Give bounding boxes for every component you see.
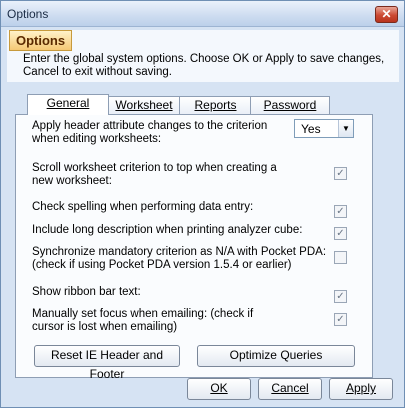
- check-spelling-checkbox[interactable]: ✓: [334, 205, 347, 218]
- tab-general[interactable]: General: [27, 94, 109, 115]
- reset-ie-header-button[interactable]: Reset IE Header and Footer: [34, 345, 180, 381]
- tab-worksheet-label: Worksheet: [115, 98, 173, 112]
- scroll-top-checkbox[interactable]: ✓: [334, 167, 347, 180]
- chevron-down-icon[interactable]: ▼: [338, 120, 353, 137]
- check-icon: ✓: [336, 228, 345, 239]
- set-focus-checkbox[interactable]: ✓: [334, 313, 347, 326]
- ok-label: OK: [210, 381, 228, 395]
- tab-password[interactable]: Password: [250, 96, 330, 114]
- tab-worksheet[interactable]: Worksheet: [107, 96, 181, 114]
- apply-header-label: Apply header attribute changes to the cr…: [32, 120, 268, 145]
- optimize-queries-button[interactable]: Optimize Queries: [197, 345, 355, 367]
- header-title: Options: [9, 30, 73, 51]
- set-focus-label: Manually set focus when emailing: (check…: [32, 308, 254, 333]
- tab-password-label: Password: [263, 98, 317, 112]
- cancel-label: Cancel: [271, 381, 309, 395]
- apply-button[interactable]: Apply: [329, 378, 393, 400]
- options-window: Options ✕ Options Enter the global syste…: [0, 0, 405, 408]
- ok-button[interactable]: OK: [187, 378, 251, 400]
- long-description-label: Include long description when printing a…: [32, 224, 303, 236]
- general-tab-panel: Apply header attribute changes to the cr…: [15, 114, 373, 381]
- tab-general-label: General: [46, 96, 90, 110]
- check-spelling-label: Check spelling when performing data entr…: [32, 201, 254, 213]
- sync-mandatory-checkbox[interactable]: [334, 251, 347, 264]
- tab-reports-label: Reports: [194, 98, 237, 112]
- apply-header-value: Yes: [301, 122, 321, 136]
- header-panel: Options Enter the global system options.…: [7, 30, 399, 82]
- check-icon: ✓: [336, 206, 345, 217]
- tab-reports[interactable]: Reports: [179, 96, 252, 114]
- long-description-checkbox[interactable]: ✓: [334, 227, 347, 240]
- close-icon: ✕: [381, 7, 392, 21]
- apply-label: Apply: [345, 381, 377, 395]
- check-icon: ✓: [336, 168, 345, 179]
- header-description: Enter the global system options. Choose …: [23, 53, 385, 78]
- ribbon-bar-label: Show ribbon bar text:: [32, 286, 141, 298]
- sync-mandatory-label: Synchronize mandatory criterion as N/A w…: [32, 246, 327, 271]
- title-bar[interactable]: Options ✕: [1, 1, 404, 27]
- check-icon: ✓: [336, 291, 345, 302]
- window-title: Options: [7, 7, 49, 21]
- close-button[interactable]: ✕: [375, 6, 398, 23]
- ribbon-bar-checkbox[interactable]: ✓: [334, 290, 347, 303]
- cancel-button[interactable]: Cancel: [258, 378, 322, 400]
- scroll-top-label: Scroll worksheet criterion to top when c…: [32, 162, 277, 187]
- apply-header-select[interactable]: Yes ▼: [294, 119, 354, 138]
- check-icon: ✓: [336, 314, 345, 325]
